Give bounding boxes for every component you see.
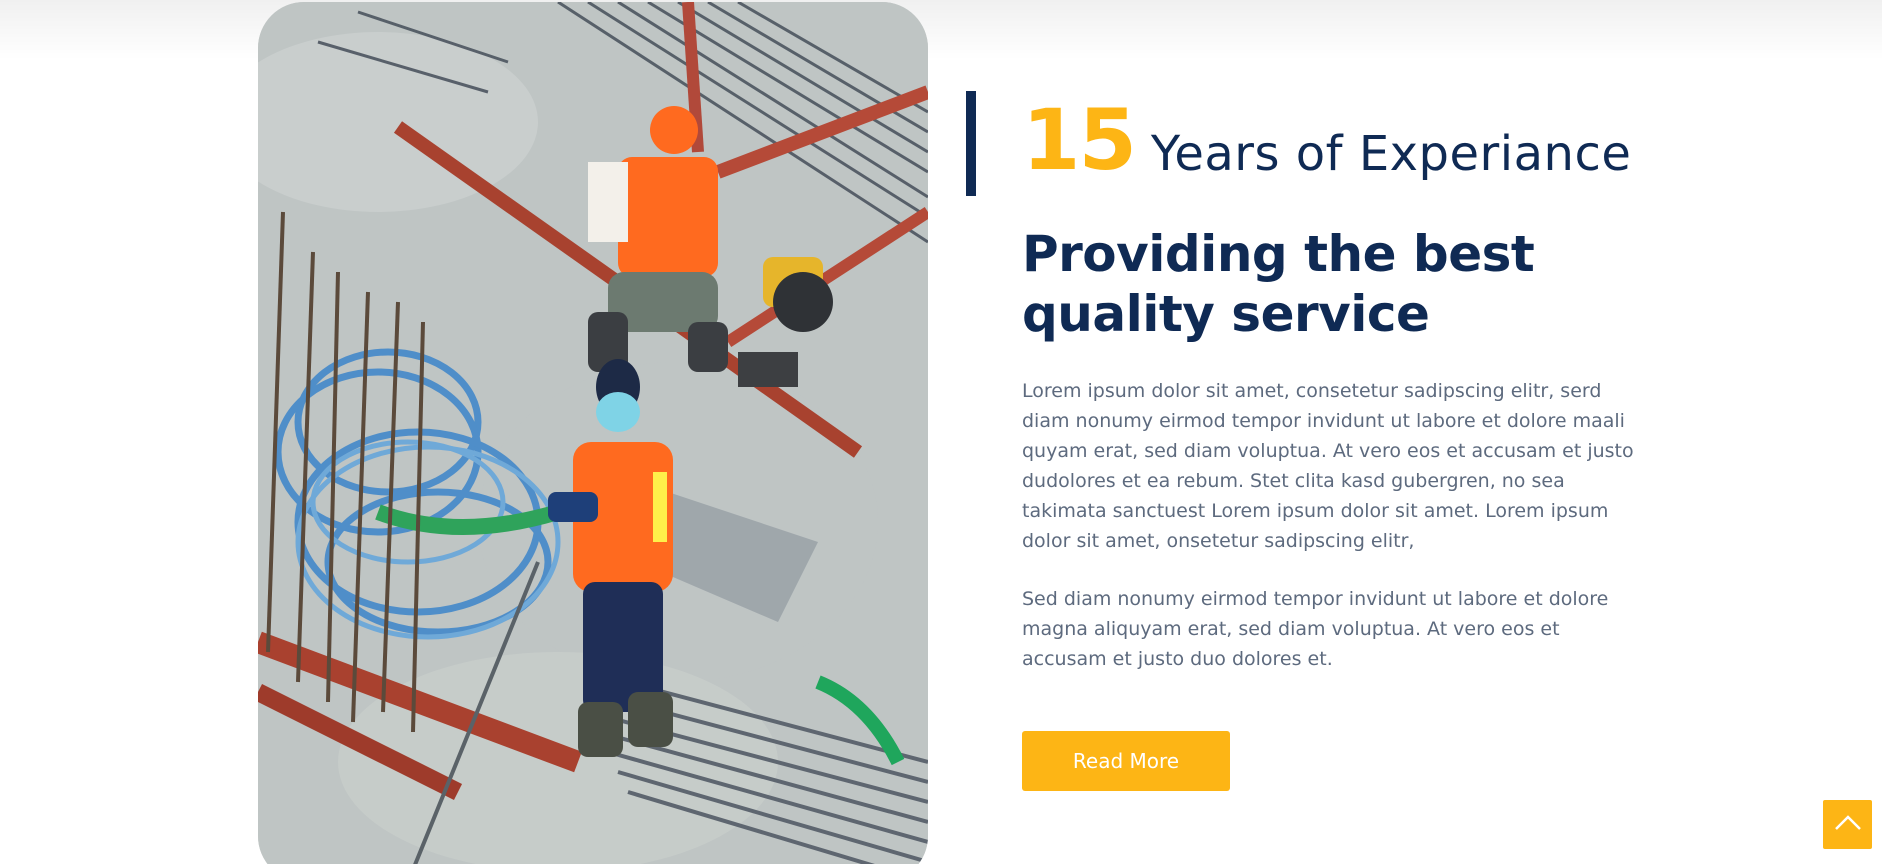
back-to-top-button[interactable] xyxy=(1823,800,1872,849)
description-paragraph-1: Lorem ipsum dolor sit amet, consetetur s… xyxy=(1022,380,1634,552)
chevron-up-icon xyxy=(1833,813,1863,836)
years-label: Years of Experiance xyxy=(1150,125,1632,182)
experience-badge: 15 Years of Experiance xyxy=(966,91,1631,196)
construction-workers-photo xyxy=(258,2,928,864)
section-heading: Providing the best quality service xyxy=(1022,225,1535,343)
description-paragraph-2: Sed diam nonumy eirmod tempor invidunt u… xyxy=(1022,588,1609,670)
years-number: 15 xyxy=(1022,90,1137,189)
read-more-button[interactable]: Read More xyxy=(1022,731,1230,791)
accent-bar xyxy=(966,91,976,196)
about-section: 15 Years of Experiance Providing the bes… xyxy=(0,0,1882,864)
